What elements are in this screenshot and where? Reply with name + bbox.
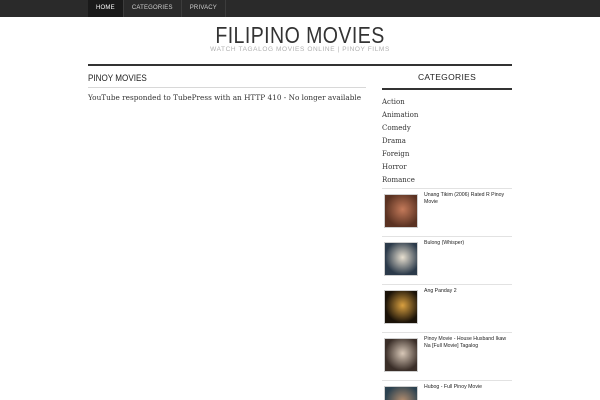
category-link-romance[interactable]: Romance xyxy=(382,174,512,187)
video-thumbnail[interactable] xyxy=(384,194,418,228)
nav-item-home[interactable]: HOME xyxy=(88,0,124,17)
video-title-link[interactable]: Unang Tikim (2006) Rated R Pinoy Movie xyxy=(424,192,512,206)
video-thumbnail[interactable] xyxy=(384,242,418,276)
categories-widget-title: CATEGORIES xyxy=(417,72,477,82)
video-item-divider xyxy=(382,236,512,237)
video-thumbnail[interactable] xyxy=(384,338,418,372)
video-title-link[interactable]: Bulong (Whisper) xyxy=(424,240,512,247)
top-nav-menu: HOME CATEGORIES PRIVACY xyxy=(88,0,227,17)
post-title: PINOY MOVIES xyxy=(88,73,147,83)
video-thumbnail[interactable] xyxy=(384,386,418,400)
category-link-foreign[interactable]: Foreign xyxy=(382,148,512,161)
category-link-drama[interactable]: Drama xyxy=(382,135,512,148)
video-title-link[interactable]: Ang Panday 2 xyxy=(424,288,512,295)
site-tagline: WATCH TAGALOG MOVIES ONLINE | PINOY FILM… xyxy=(210,46,390,53)
video-title-link[interactable]: Hubog - Full Pinoy Movie xyxy=(424,384,512,391)
error-message: YouTube responded to TubePress with an H… xyxy=(88,93,362,102)
category-link-animation[interactable]: Animation xyxy=(382,109,512,122)
video-item-divider xyxy=(382,332,512,333)
video-item-divider xyxy=(382,188,512,189)
category-link-horror[interactable]: Horror xyxy=(382,161,512,174)
category-link-comedy[interactable]: Comedy xyxy=(382,122,512,135)
nav-item-privacy[interactable]: PRIVACY xyxy=(182,0,227,17)
video-thumbnail[interactable] xyxy=(384,290,418,324)
video-item-divider xyxy=(382,284,512,285)
post-title-divider xyxy=(88,87,366,88)
sidebar: CATEGORIES Action Animation Comedy Drama… xyxy=(382,66,512,187)
categories-divider xyxy=(382,88,512,90)
top-navigation-bar: HOME CATEGORIES PRIVACY xyxy=(0,0,600,17)
category-list: Action Animation Comedy Drama Foreign Ho… xyxy=(382,96,512,187)
category-link-action[interactable]: Action xyxy=(382,96,512,109)
site-title[interactable]: FILIPINO MOVIES xyxy=(45,22,555,49)
nav-item-categories[interactable]: CATEGORIES xyxy=(124,0,182,17)
video-item-divider xyxy=(382,380,512,381)
video-title-link[interactable]: Pinoy Movie - House Husband Ikaw Na [Ful… xyxy=(424,336,512,350)
